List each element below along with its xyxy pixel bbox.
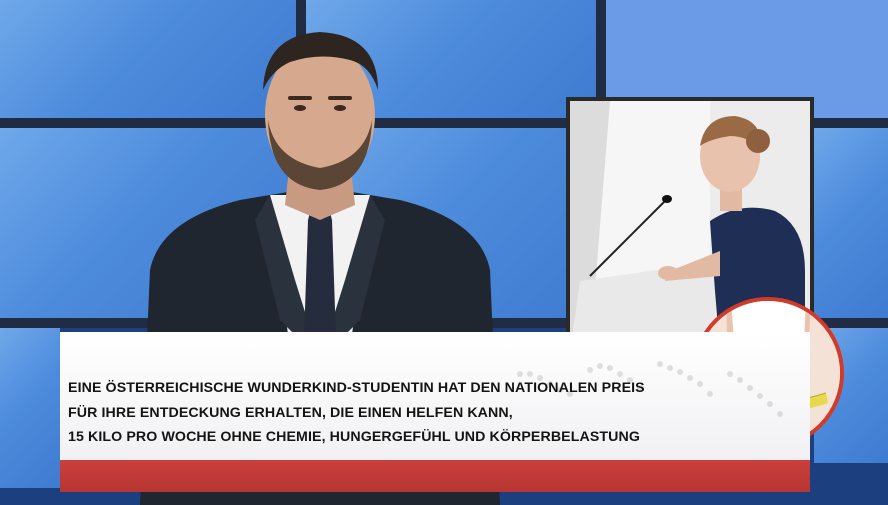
red-ticker-bar <box>60 460 810 492</box>
headline-line-2: FÜR IHRE ENTDECKUNG ERHALTEN, DIE EINEN … <box>68 404 513 421</box>
headline-banner: EINE ÖSTERREICHISCHE WUNDERKIND-STUDENTI… <box>60 332 810 460</box>
headline-line-1: EINE ÖSTERREICHISCHE WUNDERKIND-STUDENTI… <box>68 380 645 396</box>
headline-line-3: 15 KILO PRO WOCHE OHNE CHEMIE, HUNGERGEF… <box>68 429 640 445</box>
headline-text: EINE ÖSTERREICHISCHE WUNDERKIND-STUDENTI… <box>68 376 788 450</box>
video-wall-panel <box>814 128 888 318</box>
video-wall-panel <box>0 328 60 488</box>
